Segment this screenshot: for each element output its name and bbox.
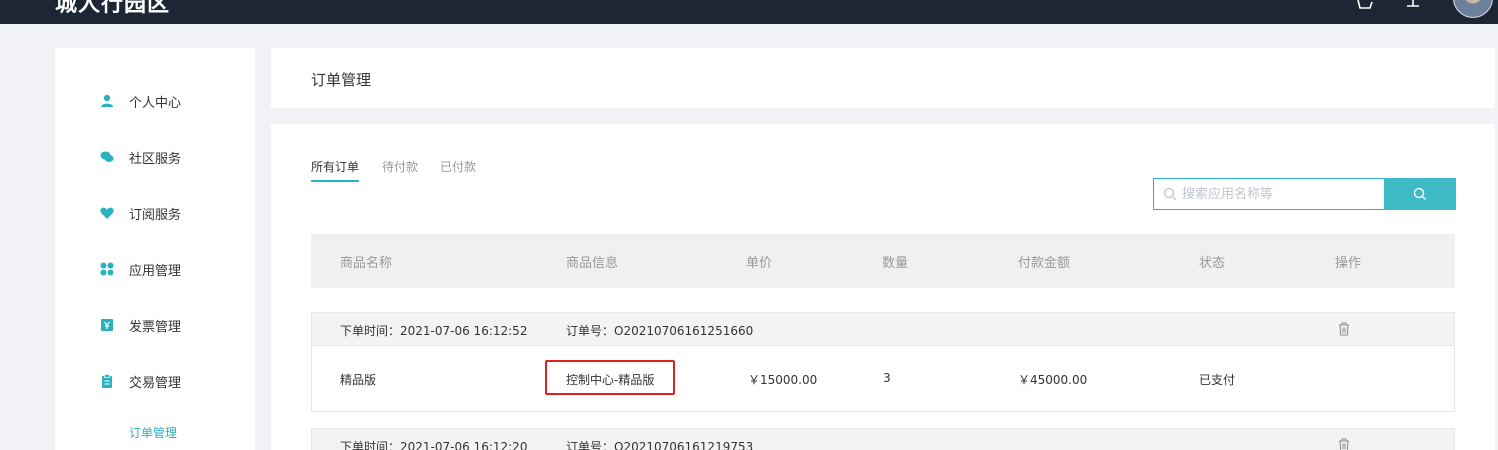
sidebar-item-label: 订阅服务: [129, 207, 182, 223]
column-header: 商品信息: [566, 256, 619, 271]
order-time: 下单时间：2021-07-06 16:12:52: [340, 324, 528, 338]
order-card: 下单时间：2021-07-06 16:12:52 订单号：O2021070616…: [311, 312, 1455, 412]
sidebar-item-transaction-management[interactable]: 交易管理: [99, 369, 181, 393]
tab-pending-payment[interactable]: 待付款: [382, 158, 418, 180]
sidebar-item-subscription-service[interactable]: 订阅服务: [99, 201, 181, 225]
avatar[interactable]: [1453, 0, 1493, 18]
search-box: [1153, 178, 1456, 210]
search-button[interactable]: [1384, 178, 1456, 210]
invoice-icon: [99, 317, 115, 333]
page-title: 订单管理: [311, 71, 372, 89]
column-header: 付款金额: [1018, 256, 1071, 271]
column-header: 数量: [882, 256, 909, 271]
sidebar-item-community-service[interactable]: 社区服务: [99, 145, 181, 169]
heart-icon: [99, 205, 115, 221]
trash-icon[interactable]: [1338, 438, 1350, 450]
sidebar-item-app-management[interactable]: 应用管理: [99, 257, 181, 281]
status-badge: 已支付: [1199, 373, 1236, 387]
column-header: 状态: [1199, 256, 1226, 271]
unit-price: ￥15000.00: [748, 373, 818, 387]
product-name: 精品版: [340, 373, 377, 387]
column-header: 单价: [746, 256, 773, 271]
table-row: 精品版 控制中心-精品版 ￥15000.00 3 ￥45000.00 已支付: [312, 346, 1454, 411]
payment-amount: ￥45000.00: [1018, 373, 1088, 387]
sidebar-item-label: 社区服务: [129, 151, 182, 167]
sidebar-subitem-order-management[interactable]: 订单管理: [129, 424, 177, 441]
orders-panel: 所有订单 待付款 已付款 商品名称 商品信息 单价 数量 付款金额 状态 操作 …: [271, 124, 1495, 450]
clipboard-icon: [99, 373, 115, 389]
sidebar: 个人中心 社区服务 订阅服务 应用管理 发票管理 交易管理 订单管理: [55, 48, 255, 450]
order-number: 订单号：O20210706161251660: [566, 324, 754, 338]
chat-icon: [99, 149, 115, 165]
sidebar-item-invoice-management[interactable]: 发票管理: [99, 313, 181, 337]
sidebar-item-label: 发票管理: [129, 319, 182, 335]
sidebar-item-label: 交易管理: [129, 375, 182, 391]
quantity: 3: [883, 371, 891, 385]
order-time: 下单时间：2021-07-06 16:12:20: [340, 440, 528, 450]
order-card: 下单时间：2021-07-06 16:12:20 订单号：O2021070616…: [311, 428, 1455, 450]
order-header: 下单时间：2021-07-06 16:12:52 订单号：O2021070616…: [312, 313, 1454, 346]
order-header: 下单时间：2021-07-06 16:12:20 订单号：O2021070616…: [312, 429, 1454, 450]
logo[interactable]: 城人行园区: [55, 0, 170, 20]
column-header: 商品名称: [340, 256, 393, 271]
tab-paid[interactable]: 已付款: [440, 158, 476, 180]
trash-icon[interactable]: [1338, 322, 1350, 336]
sidebar-item-label: 应用管理: [129, 263, 182, 279]
column-header: 操作: [1335, 256, 1362, 271]
product-info[interactable]: 控制中心-精品版: [566, 371, 654, 388]
search-icon: [1163, 187, 1177, 201]
table-header: 商品名称 商品信息 单价 数量 付款金额 状态 操作: [311, 234, 1455, 288]
apps-icon: [99, 261, 115, 277]
top-navbar: 城人行园区: [0, 0, 1498, 24]
order-number: 订单号：O20210706161219753: [566, 440, 754, 450]
tab-all-orders[interactable]: 所有订单: [311, 158, 360, 182]
search-icon: [1413, 187, 1426, 200]
sidebar-item-label: 个人中心: [129, 95, 182, 111]
bell-icon[interactable]: [1403, 0, 1423, 12]
sidebar-item-personal-center[interactable]: 个人中心: [99, 89, 181, 113]
user-icon: [99, 93, 115, 109]
cart-icon[interactable]: [1355, 0, 1375, 12]
search-input[interactable]: [1182, 179, 1382, 209]
page-header: 订单管理: [271, 48, 1495, 108]
